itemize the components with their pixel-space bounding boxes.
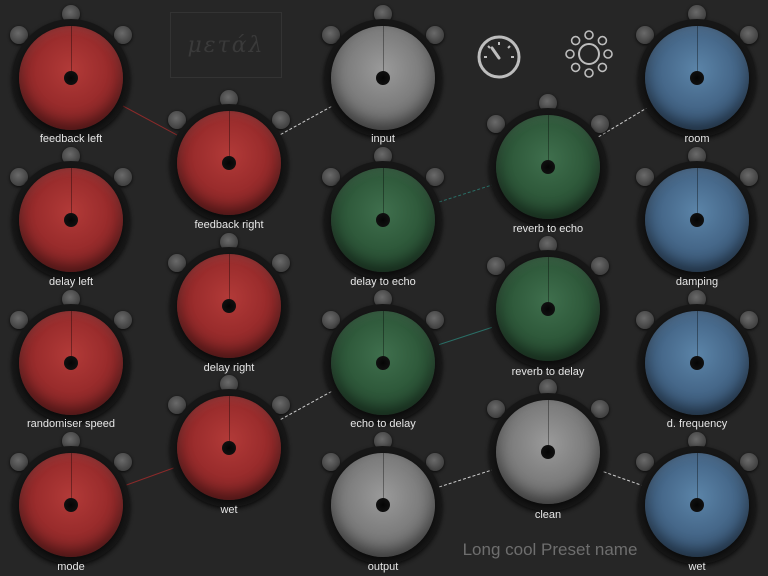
randomiser-speed-label: randomiser speed bbox=[26, 418, 116, 430]
knob-center bbox=[64, 213, 78, 227]
knob-center bbox=[64, 356, 78, 370]
knob-center bbox=[690, 213, 704, 227]
delay-to-echo-label: delay to echo bbox=[350, 276, 416, 288]
preset-name[interactable]: Long cool Preset name bbox=[440, 540, 660, 560]
knob-center bbox=[222, 441, 236, 455]
delay-right-knob[interactable] bbox=[177, 254, 281, 358]
feedback-left-knob[interactable] bbox=[19, 26, 123, 130]
clean-label: clean bbox=[534, 509, 562, 521]
knob-center bbox=[64, 498, 78, 512]
echo-to-delay-label: echo to delay bbox=[350, 418, 416, 430]
feedback-right-label: feedback right bbox=[194, 219, 264, 231]
feedback-right-knob[interactable] bbox=[177, 111, 281, 215]
gauge-icon[interactable] bbox=[476, 34, 522, 80]
knob-center bbox=[541, 445, 555, 459]
reverb-to-delay-knob[interactable] bbox=[496, 257, 600, 361]
reverb-to-echo-label: reverb to echo bbox=[512, 223, 584, 235]
knob-center bbox=[376, 71, 390, 85]
room-knob[interactable] bbox=[645, 26, 749, 130]
input-knob[interactable] bbox=[331, 26, 435, 130]
knob-center bbox=[376, 213, 390, 227]
knob-center bbox=[541, 302, 555, 316]
reverb-to-echo-knob[interactable] bbox=[496, 115, 600, 219]
clean-to-wet-blue-connector bbox=[603, 471, 642, 486]
plugin-panel: μετάλ feedback left feedback right delay l… bbox=[0, 0, 768, 576]
knob-center bbox=[222, 156, 236, 170]
delay-to-echo-to-reverb-to-echo-connector bbox=[439, 184, 492, 203]
clean-knob[interactable] bbox=[496, 400, 600, 504]
mode-knob[interactable] bbox=[19, 453, 123, 557]
input-label: input bbox=[371, 133, 395, 145]
delay-left-label: delay left bbox=[48, 276, 94, 288]
knob-center bbox=[690, 71, 704, 85]
knob-center bbox=[376, 356, 390, 370]
mode-label: mode bbox=[57, 561, 85, 573]
room-label: room bbox=[684, 133, 710, 145]
wet-red-label: wet bbox=[220, 504, 238, 516]
delay-to-echo-knob[interactable] bbox=[331, 168, 435, 272]
output-to-clean-connector bbox=[439, 469, 492, 488]
wet-blue-knob[interactable] bbox=[645, 453, 749, 557]
knob-center bbox=[222, 299, 236, 313]
wet-red-knob[interactable] bbox=[177, 396, 281, 500]
randomiser-speed-knob[interactable] bbox=[19, 311, 123, 415]
knob-center bbox=[64, 71, 78, 85]
echo-to-delay-to-reverb-to-delay-connector bbox=[438, 326, 493, 346]
knob-center bbox=[690, 498, 704, 512]
reverb-to-delay-label: reverb to delay bbox=[511, 366, 585, 378]
brand-logo: μετάλ bbox=[170, 12, 282, 78]
knob-center bbox=[690, 356, 704, 370]
output-label: output bbox=[367, 561, 399, 573]
wet-blue-label: wet bbox=[688, 561, 706, 573]
gear-flower-icon[interactable] bbox=[563, 28, 615, 80]
feedback-left-label: feedback left bbox=[39, 133, 103, 145]
damping-label: damping bbox=[675, 276, 719, 288]
d-frequency-knob[interactable] bbox=[645, 311, 749, 415]
echo-to-delay-knob[interactable] bbox=[331, 311, 435, 415]
d-frequency-label: d. frequency bbox=[666, 418, 728, 430]
delay-right-label: delay right bbox=[203, 362, 255, 374]
knob-center bbox=[376, 498, 390, 512]
damping-knob[interactable] bbox=[645, 168, 749, 272]
delay-left-knob[interactable] bbox=[19, 168, 123, 272]
output-knob[interactable] bbox=[331, 453, 435, 557]
knob-center bbox=[541, 160, 555, 174]
wet-red-to-mode-connector bbox=[126, 467, 174, 486]
